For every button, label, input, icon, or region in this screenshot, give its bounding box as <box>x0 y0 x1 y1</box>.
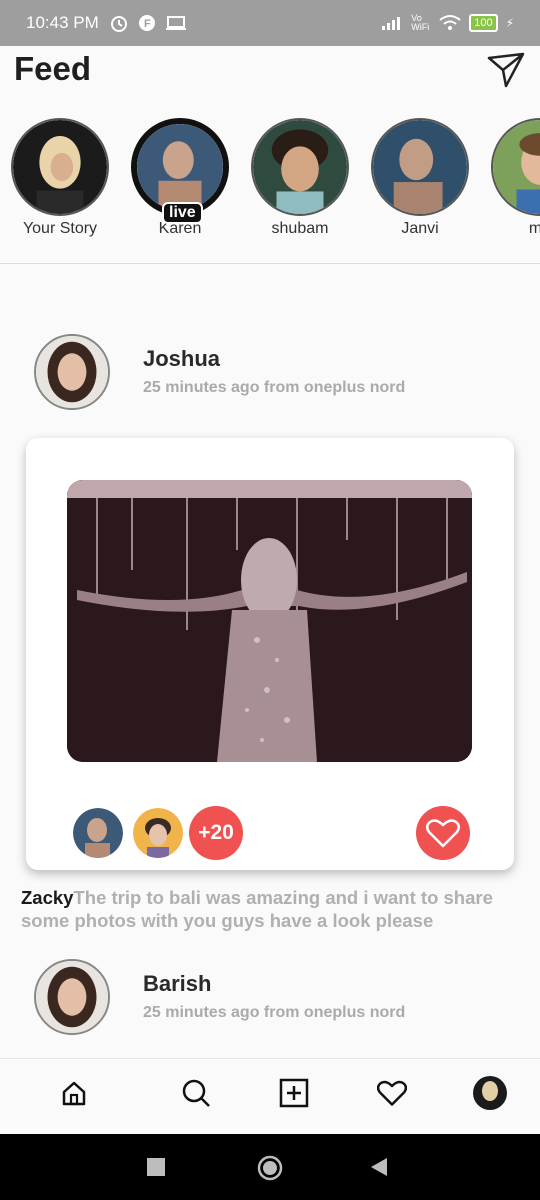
status-bar: 10:43 PM F Vo WiFi 100 ⚡ <box>0 0 540 46</box>
story-me[interactable]: me <box>490 118 540 238</box>
system-nav-bar <box>0 1134 540 1200</box>
story-name: Your Story <box>22 220 98 237</box>
wifi-icon <box>439 15 461 30</box>
story-avatar <box>251 118 349 216</box>
post-meta: 25 minutes ago from oneplus nord <box>143 1004 406 1021</box>
bottom-navigation <box>0 1058 540 1134</box>
story-name: me <box>490 220 540 238</box>
add-post-icon <box>279 1078 309 1108</box>
user-avatar[interactable] <box>34 959 110 1035</box>
nav-home[interactable] <box>54 1073 94 1113</box>
more-likes-badge: +20 <box>189 806 243 860</box>
story-name: Janvi <box>401 220 439 237</box>
alarm-icon <box>110 16 127 32</box>
battery-indicator: 100 <box>469 14 498 32</box>
story-avatar <box>11 118 109 216</box>
story-avatar <box>491 118 540 216</box>
live-badge: live <box>162 202 203 224</box>
post-card: +20 <box>26 438 514 870</box>
vowifi-label: Vo WiFi <box>411 13 430 32</box>
post-username[interactable]: Joshua <box>143 346 220 372</box>
post-header: Joshua 25 minutes ago from oneplus nord <box>0 334 540 414</box>
feed-header: Feed <box>0 46 540 96</box>
story-shubam[interactable]: shubam <box>250 118 350 238</box>
stories-row: Your Story live Karen shubam Janvi me <box>0 110 540 264</box>
recents-icon[interactable] <box>147 1158 165 1176</box>
story-name: shubam <box>271 220 329 237</box>
liker-avatar <box>131 806 185 860</box>
post-photo[interactable] <box>67 480 472 762</box>
page-title: Feed <box>14 50 92 87</box>
nav-activity[interactable] <box>372 1073 412 1113</box>
post-username[interactable]: Barish <box>143 971 211 997</box>
send-icon[interactable] <box>486 50 526 90</box>
svg-text:F: F <box>144 18 151 30</box>
nav-add-post[interactable] <box>274 1073 314 1113</box>
story-karen[interactable]: live Karen <box>130 118 230 238</box>
caption-author[interactable]: Zacky <box>21 887 73 908</box>
liker-avatar <box>71 806 125 860</box>
search-icon <box>182 1079 210 1107</box>
like-button[interactable] <box>416 806 470 860</box>
app-notification-icon: F <box>138 15 155 31</box>
back-icon[interactable] <box>370 1158 388 1176</box>
home-icon <box>62 1081 86 1106</box>
post-meta: 25 minutes ago from oneplus nord <box>143 379 406 396</box>
nav-profile[interactable] <box>470 1073 510 1113</box>
story-your-story[interactable]: Your Story <box>10 118 110 238</box>
caption-text: The trip to bali was amazing and i want … <box>21 887 493 931</box>
user-avatar[interactable] <box>34 334 110 410</box>
heart-icon <box>426 819 460 848</box>
story-janvi[interactable]: Janvi <box>370 118 470 238</box>
signal-icon <box>382 17 401 30</box>
status-time: 10:43 PM <box>26 13 99 32</box>
charging-icon: ⚡ <box>505 16 514 30</box>
profile-avatar <box>473 1076 507 1110</box>
story-avatar <box>371 118 469 216</box>
post-header: Barish 25 minutes ago from oneplus nord <box>0 959 540 1039</box>
laptop-icon <box>165 16 186 30</box>
post-caption: ZackyThe trip to bali was amazing and i … <box>21 886 521 932</box>
nav-search[interactable] <box>176 1073 216 1113</box>
home-button-icon[interactable] <box>257 1155 283 1181</box>
heart-icon <box>377 1080 407 1106</box>
